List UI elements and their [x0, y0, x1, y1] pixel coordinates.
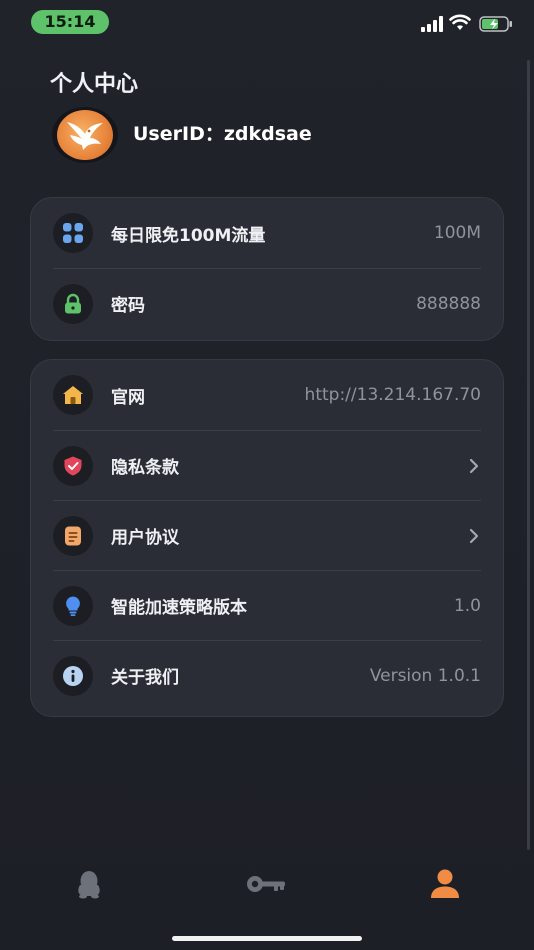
tab-bar — [0, 852, 534, 916]
account-card: 每日限免100M流量 100M 密码 888888 — [30, 197, 504, 341]
penguin-icon — [78, 871, 100, 899]
list-item-label: 隐私条款 — [111, 458, 179, 478]
website-url[interactable]: http://13.214.167.70 — [305, 385, 481, 405]
list-item-password[interactable]: 密码 888888 — [53, 268, 481, 338]
chevron-right-icon — [467, 528, 481, 543]
list-item-free-traffic[interactable]: 每日限免100M流量 100M — [53, 198, 481, 268]
page-title: 个人中心 — [50, 72, 139, 97]
list-item-value: 100M — [433, 223, 481, 243]
list-item-label: 用户协议 — [111, 528, 179, 548]
wifi-icon — [449, 14, 471, 30]
list-item-label: 每日限免100M流量 — [111, 225, 266, 246]
list-item-label: 官网 — [111, 387, 145, 408]
document-icon — [53, 515, 93, 556]
home-icon — [53, 375, 93, 415]
list-item-label: 关于我们 — [111, 668, 179, 688]
list-item-label: 密码 — [111, 296, 145, 316]
chevron-right-icon — [467, 458, 481, 473]
info-icon — [53, 655, 93, 696]
avatar-image — [57, 110, 113, 160]
list-item-about[interactable]: 关于我们 Version 1.0.1 — [53, 640, 481, 710]
scroll-indicator — [527, 60, 530, 850]
list-item-value: 1.0 — [453, 595, 481, 616]
info-card: 官网 http://13.214.167.70 隐私条款 用户协议 智能加速策略… — [30, 359, 504, 717]
status-bar: 15:14 — [0, 0, 534, 46]
user-id: UserID：zdkdsae — [133, 119, 312, 146]
list-item-privacy[interactable]: 隐私条款 — [53, 430, 481, 500]
eagle-logo-icon — [67, 122, 103, 150]
lock-icon — [53, 283, 93, 324]
profile-icon — [431, 869, 459, 898]
tab-key[interactable] — [246, 866, 286, 902]
profile-screen: 15:14 个人中心 UserID：zdkdsae 每日限免100M流量 100… — [0, 0, 534, 950]
status-time: 15:14 — [31, 10, 109, 34]
key-icon — [247, 876, 285, 892]
cellular-signal-icon — [421, 16, 443, 32]
shield-icon — [53, 445, 93, 486]
list-item-strategy-version[interactable]: 智能加速策略版本 1.0 — [53, 570, 481, 640]
tab-profile[interactable] — [425, 866, 465, 902]
list-item-user-agreement[interactable]: 用户协议 — [53, 500, 481, 570]
battery-charging-icon — [479, 16, 512, 32]
list-item-website[interactable]: 官网 http://13.214.167.70 — [53, 360, 481, 430]
list-item-value: 888888 — [416, 293, 481, 314]
list-item-value: Version 1.0.1 — [369, 665, 481, 686]
home-indicator[interactable] — [172, 936, 362, 941]
lightbulb-icon — [53, 585, 93, 626]
grid-apps-icon — [53, 213, 93, 253]
user-id-value: zdkdsae — [223, 123, 312, 145]
list-item-label: 智能加速策略版本 — [111, 598, 247, 618]
avatar[interactable] — [52, 107, 118, 163]
user-id-label: UserID： — [133, 123, 224, 145]
tab-penguin[interactable] — [69, 866, 109, 902]
